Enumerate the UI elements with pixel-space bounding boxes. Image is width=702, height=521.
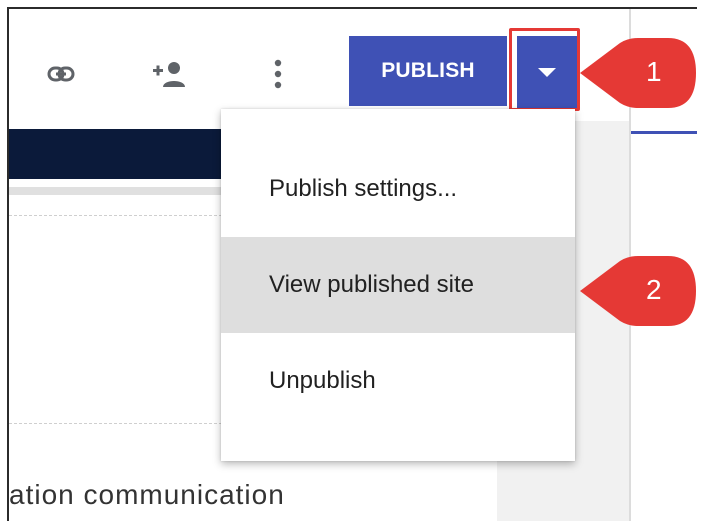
link-icon[interactable]: [41, 54, 81, 94]
dropdown-highlight-box: [509, 28, 580, 111]
publish-dropdown-menu: Publish settings... View published site …: [221, 109, 575, 461]
active-tab-indicator: [631, 131, 697, 134]
publish-button[interactable]: PUBLISH: [349, 36, 507, 106]
menu-item-view-published-site[interactable]: View published site: [221, 237, 575, 333]
callout-1-shape: [580, 38, 696, 108]
callout-1-number: 1: [646, 56, 662, 87]
callout-2-shape: [580, 256, 696, 326]
header-banner: [9, 129, 221, 179]
menu-item-publish-settings[interactable]: Publish settings...: [221, 141, 575, 237]
page-body-text: ation communication: [9, 479, 285, 510]
add-person-icon[interactable]: [149, 54, 189, 94]
menu-item-unpublish[interactable]: Unpublish: [221, 333, 575, 429]
more-vert-icon[interactable]: [258, 54, 298, 94]
callout-2-number: 2: [646, 274, 662, 305]
